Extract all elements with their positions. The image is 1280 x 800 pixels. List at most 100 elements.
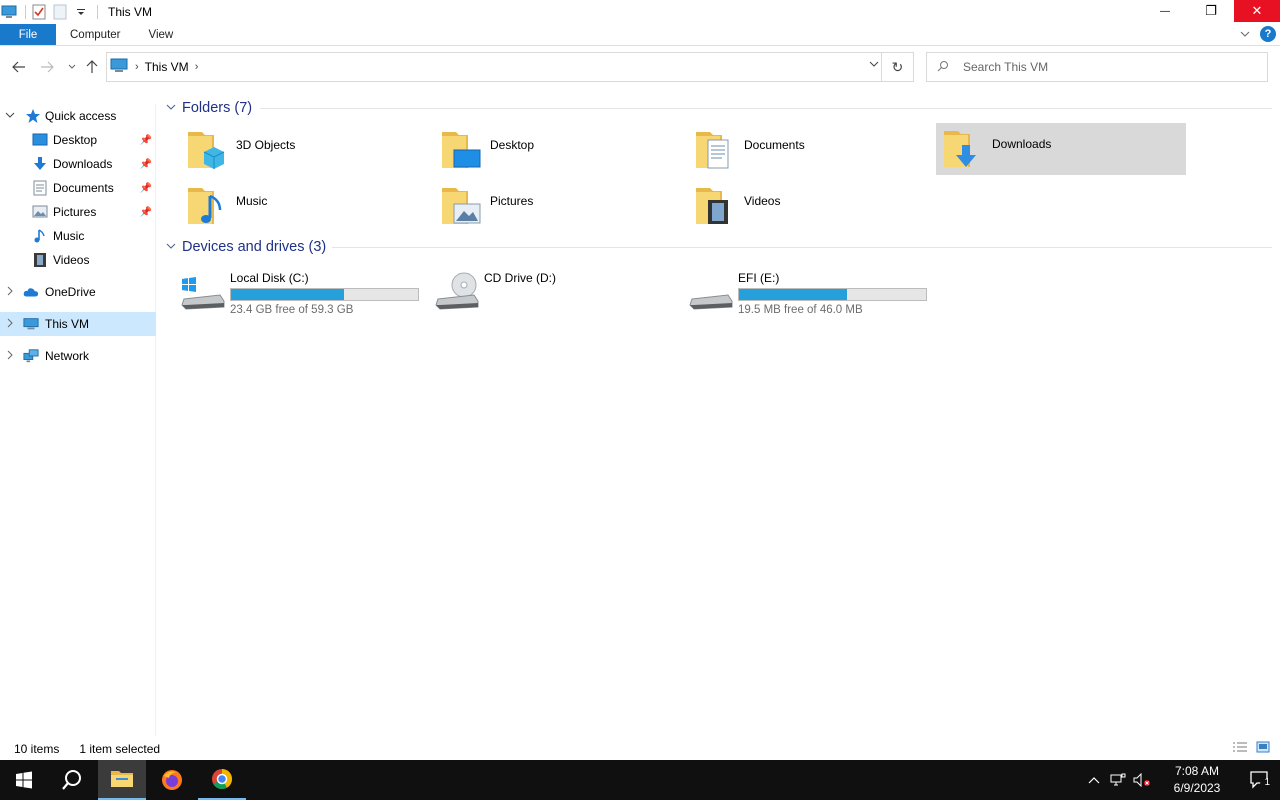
group-divider [332, 247, 1272, 248]
tab-view[interactable]: View [135, 24, 188, 45]
file-list-view: Folders (7) 3D Objects Desktop Documents… [160, 96, 1280, 736]
ribbon-tabs: File Computer View ? [0, 24, 1280, 46]
firefox-icon [162, 770, 182, 790]
cloud-icon [23, 284, 39, 300]
volume-muted-icon[interactable] [1130, 773, 1154, 787]
expand-chevron-icon[interactable] [4, 318, 16, 331]
sidebar-item-videos[interactable]: Videos [0, 248, 156, 272]
start-button[interactable] [0, 760, 48, 800]
collapse-chevron-icon[interactable] [4, 111, 16, 122]
properties-icon[interactable] [30, 3, 48, 21]
window-title: This VM [108, 5, 153, 19]
up-arrow-icon[interactable] [82, 57, 102, 77]
pin-icon[interactable]: 📌 [140, 135, 152, 146]
status-bar: 10 items 1 item selected [0, 738, 1280, 760]
cd-drive-icon [435, 272, 479, 310]
tab-computer[interactable]: Computer [56, 24, 135, 45]
new-folder-icon[interactable] [51, 3, 69, 21]
downloads-folder-icon [944, 131, 976, 167]
network-status-icon[interactable] [1106, 773, 1130, 787]
quick-access-toolbar [0, 0, 102, 24]
breadcrumb-separator-icon[interactable]: › [195, 61, 199, 73]
search-input[interactable] [963, 60, 1243, 74]
restore-button[interactable]: ❐ [1188, 0, 1234, 22]
search-taskbar-button[interactable] [48, 760, 96, 800]
refresh-button[interactable]: ↻ [881, 53, 913, 81]
group-collapse-chevron-icon[interactable] [166, 242, 176, 253]
network-icon [23, 348, 39, 364]
pin-icon[interactable]: 📌 [140, 159, 152, 170]
search-box[interactable] [926, 52, 1268, 82]
this-vm-icon [109, 58, 129, 77]
firefox-taskbar-button[interactable] [148, 760, 196, 800]
taskbar: 7:08 AM 6/9/2023 1 [0, 760, 1280, 800]
navigation-bar: › This VM › ↻ [0, 50, 1280, 84]
help-icon[interactable]: ? [1260, 26, 1276, 42]
drive-tile-efi-e[interactable]: EFI (E:) 19.5 MB free of 46.0 MB [688, 263, 938, 316]
group-collapse-chevron-icon[interactable] [166, 103, 176, 114]
folder-tile-downloads[interactable]: Downloads [936, 123, 1186, 175]
expand-chevron-icon[interactable] [4, 350, 16, 363]
breadcrumb-this-vm[interactable]: This VM [145, 60, 189, 74]
drive-icon [689, 294, 733, 310]
computer-icon [23, 316, 39, 332]
desktop-icon [32, 132, 48, 148]
drive-tile-cd-drive-d[interactable]: CD Drive (D:) [434, 263, 684, 315]
address-bar[interactable]: › This VM › ↻ [106, 52, 914, 82]
sidebar-item-network[interactable]: Network [0, 344, 156, 368]
computer-icon[interactable] [0, 3, 18, 21]
breadcrumb-separator-icon[interactable]: › [135, 61, 139, 73]
tab-file[interactable]: File [0, 24, 56, 45]
expand-chevron-icon[interactable] [4, 286, 16, 299]
minimize-button[interactable]: — [1142, 0, 1188, 22]
sidebar-item-music[interactable]: Music [0, 224, 156, 248]
window-controls: — ❐ ✕ [1142, 0, 1280, 22]
sidebar-item-this-vm[interactable]: This VM [0, 312, 156, 336]
folder-tile-pictures[interactable]: Pictures [434, 180, 684, 232]
drive-usage-bar [230, 288, 419, 301]
sidebar-item-onedrive[interactable]: OneDrive [0, 280, 156, 304]
search-icon [937, 60, 949, 75]
clock[interactable]: 7:08 AM 6/9/2023 [1162, 763, 1232, 797]
3d-objects-folder-icon [188, 132, 225, 169]
show-hidden-icons-chevron-icon[interactable] [1082, 776, 1106, 784]
system-tray: 7:08 AM 6/9/2023 1 [1082, 760, 1280, 800]
item-count: 10 items [14, 742, 60, 756]
folders-group-header[interactable]: Folders (7) [166, 100, 252, 116]
sidebar-item-desktop[interactable]: Desktop 📌 [0, 128, 156, 152]
pictures-folder-icon [442, 188, 481, 224]
chrome-taskbar-button[interactable] [198, 760, 246, 800]
customize-toolbar-chevron-icon[interactable] [72, 3, 90, 21]
pin-icon[interactable]: 📌 [140, 183, 152, 194]
chrome-icon [212, 769, 233, 790]
navigation-pane: Quick access Desktop 📌 Downloads 📌 Docum… [0, 104, 156, 736]
expand-ribbon-chevron-icon[interactable] [1240, 27, 1250, 41]
sidebar-item-quick-access[interactable]: Quick access [0, 104, 156, 128]
folder-tile-desktop[interactable]: Desktop [434, 124, 684, 176]
toolbar-separator [97, 5, 98, 19]
large-icons-view-icon[interactable] [1256, 741, 1270, 756]
sidebar-item-downloads[interactable]: Downloads 📌 [0, 152, 156, 176]
pin-icon[interactable]: 📌 [140, 207, 152, 218]
star-icon [25, 108, 41, 124]
close-button[interactable]: ✕ [1234, 0, 1280, 22]
back-arrow-icon[interactable] [9, 57, 29, 77]
film-icon [32, 252, 48, 268]
sidebar-item-pictures[interactable]: Pictures 📌 [0, 200, 156, 224]
forward-arrow-icon[interactable] [37, 57, 57, 77]
folder-tile-videos[interactable]: Videos [688, 180, 938, 232]
details-view-icon[interactable] [1232, 741, 1248, 756]
drive-tile-local-disk-c[interactable]: Local Disk (C:) 23.4 GB free of 59.3 GB [180, 263, 430, 316]
music-note-icon [32, 228, 48, 244]
address-dropdown-chevron-icon[interactable] [869, 59, 879, 71]
action-center-button[interactable]: 1 [1240, 770, 1280, 790]
file-explorer-taskbar-button[interactable] [98, 760, 146, 800]
sidebar-item-documents[interactable]: Documents 📌 [0, 176, 156, 200]
folder-tile-music[interactable]: Music [180, 180, 430, 232]
search-icon [62, 770, 81, 790]
drives-group-header[interactable]: Devices and drives (3) [166, 239, 326, 255]
folder-tile-documents[interactable]: Documents [688, 124, 938, 176]
folder-tile-3d-objects[interactable]: 3D Objects [180, 124, 430, 176]
recent-locations-chevron-icon[interactable] [62, 57, 82, 77]
music-folder-icon [188, 188, 222, 224]
